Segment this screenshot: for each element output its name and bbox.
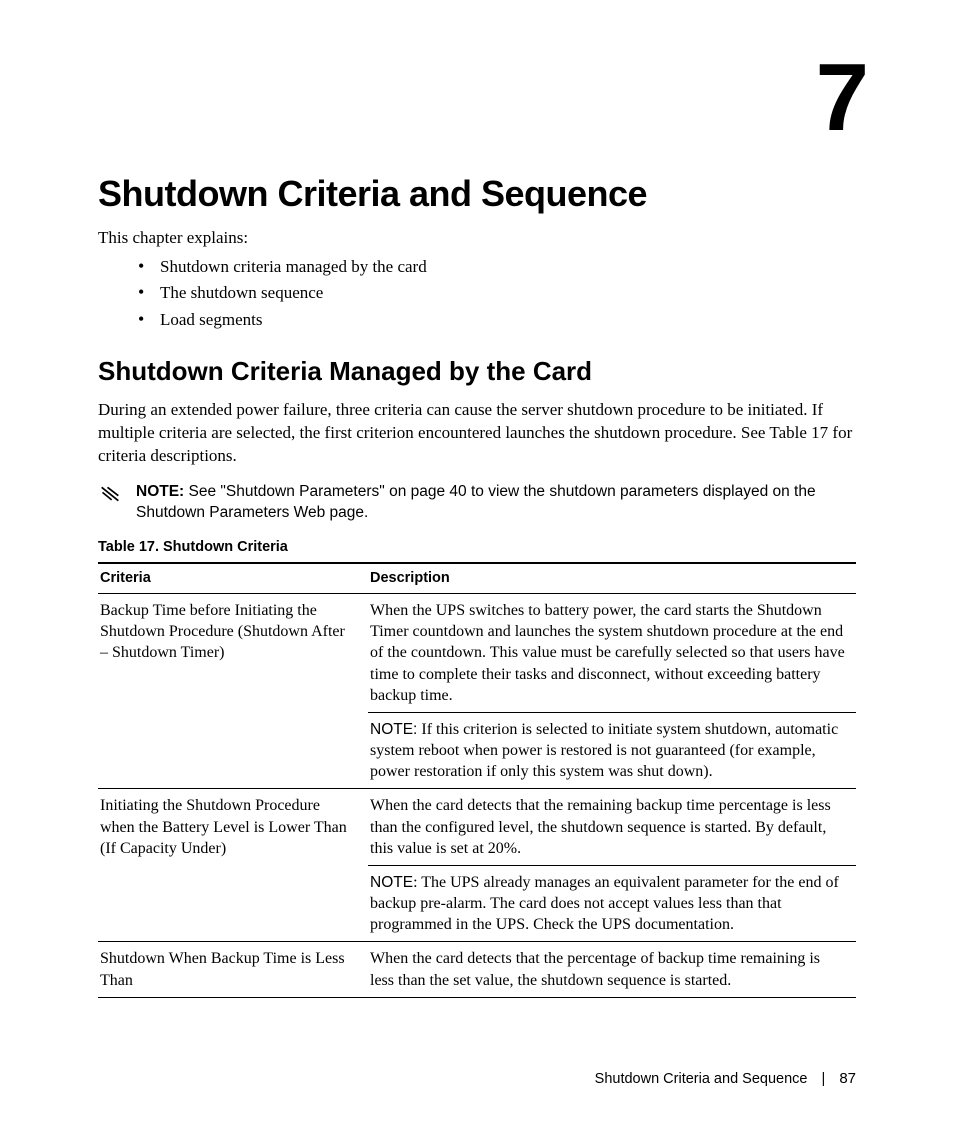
list-item: The shutdown sequence: [160, 282, 856, 305]
chapter-title: Shutdown Criteria and Sequence: [98, 170, 856, 219]
section-heading: Shutdown Criteria Managed by the Card: [98, 354, 856, 389]
footer-title: Shutdown Criteria and Sequence: [595, 1071, 808, 1087]
document-page: 7 Shutdown Criteria and Sequence This ch…: [0, 0, 954, 1145]
col-header-criteria: Criteria: [98, 563, 368, 594]
footer-divider: |: [822, 1071, 826, 1087]
description-cell: When the UPS switches to battery power, …: [368, 594, 856, 713]
note-block: NOTE: See "Shutdown Parameters" on page …: [98, 482, 856, 524]
table-row: Backup Time before Initiating the Shutdo…: [98, 594, 856, 713]
table-row: Shutdown When Backup Time is Less Than W…: [98, 942, 856, 997]
intro-line: This chapter explains:: [98, 227, 856, 250]
description-cell: When the card detects that the remaining…: [368, 789, 856, 865]
table-header-row: Criteria Description: [98, 563, 856, 594]
table-row: Initiating the Shutdown Procedure when t…: [98, 789, 856, 865]
page-number: 87: [839, 1070, 856, 1087]
list-item: Shutdown criteria managed by the card: [160, 256, 856, 279]
intro-bullets: Shutdown criteria managed by the card Th…: [98, 256, 856, 333]
col-header-description: Description: [368, 563, 856, 594]
subnote-text: : The UPS already manages an equivalent …: [370, 874, 839, 934]
note-text: NOTE: See "Shutdown Parameters" on page …: [136, 482, 856, 524]
chapter-number: 7: [816, 50, 866, 146]
subnote-label: NOTE: [370, 874, 413, 891]
subnote-text: If this criterion is selected to initiat…: [370, 721, 838, 781]
criteria-table: Criteria Description Backup Time before …: [98, 562, 856, 998]
criteria-cell: Initiating the Shutdown Procedure when t…: [98, 789, 368, 942]
criteria-cell: Shutdown When Backup Time is Less Than: [98, 942, 368, 997]
description-note-cell: NOTE: If this criterion is selected to i…: [368, 712, 856, 789]
note-icon: [98, 484, 122, 511]
description-note-cell: NOTE: The UPS already manages an equival…: [368, 865, 856, 942]
subnote-label: NOTE:: [370, 721, 417, 738]
description-cell: When the card detects that the percentag…: [368, 942, 856, 997]
section-body: During an extended power failure, three …: [98, 399, 856, 468]
note-body: See "Shutdown Parameters" on page 40 to …: [136, 483, 816, 521]
list-item: Load segments: [160, 309, 856, 332]
criteria-cell: Backup Time before Initiating the Shutdo…: [98, 594, 368, 789]
page-footer: Shutdown Criteria and Sequence | 87: [595, 1069, 856, 1090]
note-label: NOTE:: [136, 483, 184, 500]
table-caption: Table 17. Shutdown Criteria: [98, 538, 856, 558]
